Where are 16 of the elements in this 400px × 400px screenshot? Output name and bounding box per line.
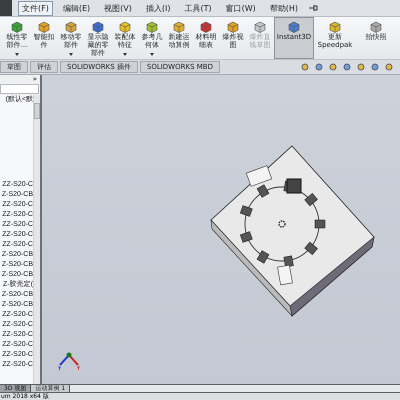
menu-item[interactable]: 视图(V): [100, 0, 136, 16]
caret-icon[interactable]: [69, 53, 73, 56]
caret-icon[interactable]: [123, 53, 127, 56]
app-menu-strip: [0, 0, 12, 16]
scrollbar[interactable]: [33, 95, 40, 384]
menu-item[interactable]: 文件(F): [18, 0, 53, 16]
pin-icon[interactable]: [308, 4, 318, 12]
menu-item[interactable]: 帮助(H): [266, 0, 302, 16]
menu-item[interactable]: 编辑(E): [58, 0, 94, 16]
caret-icon[interactable]: [15, 53, 19, 56]
menu-item[interactable]: 插入(I): [142, 0, 174, 16]
axis-triad-icon: [57, 351, 81, 371]
menu-item[interactable]: 窗口(W): [222, 0, 260, 16]
filter-field[interactable]: [0, 84, 39, 94]
menu-item[interactable]: 工具(T): [180, 0, 216, 16]
caret-icon[interactable]: [150, 53, 154, 56]
